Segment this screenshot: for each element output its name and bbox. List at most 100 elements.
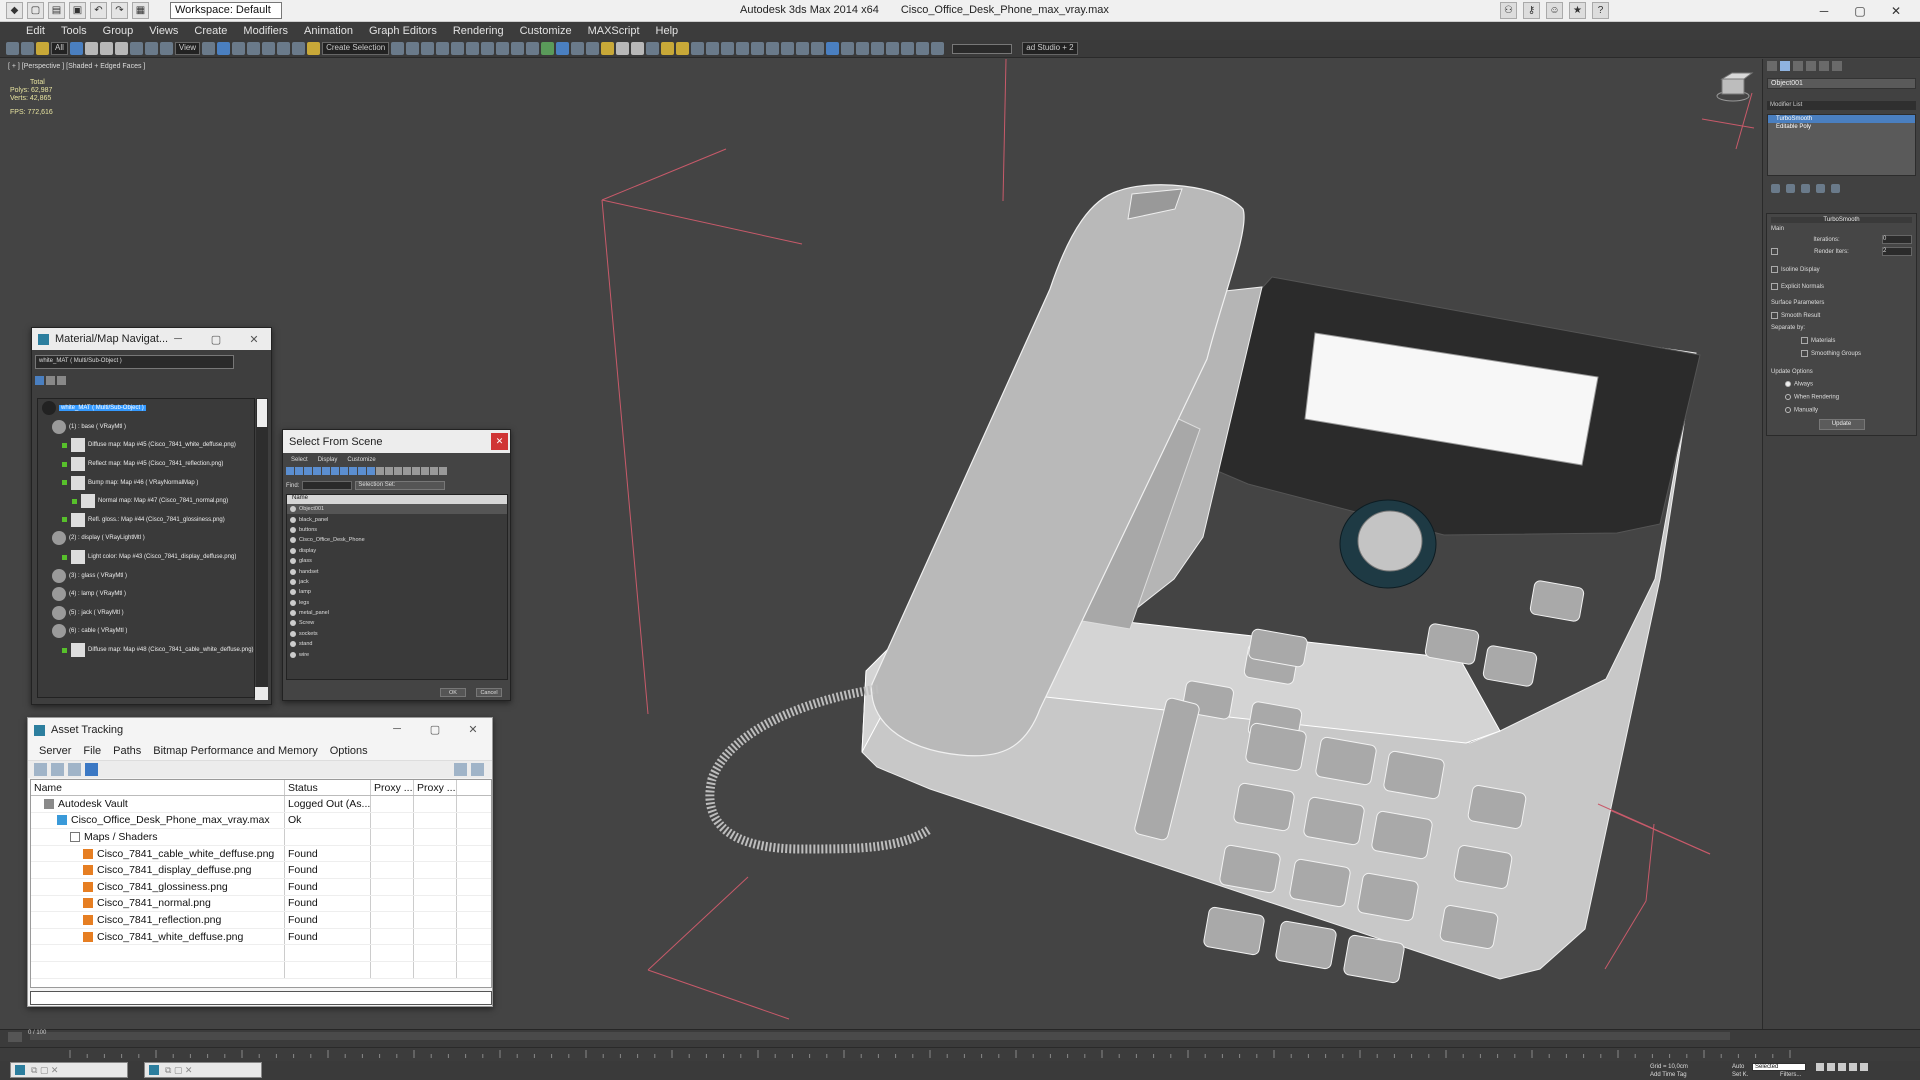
hierarchy-tab-icon[interactable]: [1793, 61, 1803, 71]
maximize-icon[interactable]: ▢: [416, 718, 454, 740]
tool-icon-8[interactable]: [796, 42, 810, 55]
menu-bitmap-performance[interactable]: Bitmap Performance and Memory: [147, 745, 323, 757]
scene-object-row[interactable]: sockets: [287, 629, 507, 639]
link-icon[interactable]: [6, 42, 19, 55]
selection-set-dropdown[interactable]: Selection Set:: [355, 481, 446, 490]
material-map-item[interactable]: Normal map: Map #47 (Cisco_7841_normal.p…: [38, 492, 254, 511]
remove-modifier-icon[interactable]: [1816, 184, 1825, 193]
select-manipulate-icon[interactable]: [217, 42, 231, 55]
auto-key-button[interactable]: Auto: [1732, 1064, 1744, 1070]
curve-editor-icon[interactable]: [451, 42, 465, 55]
update-button[interactable]: Update: [1818, 419, 1865, 431]
stack-item-turbosmooth[interactable]: TurboSmooth: [1768, 115, 1915, 123]
minimize-icon[interactable]: ─: [159, 328, 197, 350]
move-icon[interactable]: [129, 42, 143, 55]
tool-icon-17[interactable]: [931, 42, 945, 55]
modify-tab-icon[interactable]: [1780, 61, 1790, 71]
menu-display[interactable]: Display: [318, 457, 338, 463]
tool-icon-12[interactable]: [856, 42, 870, 55]
time-slider[interactable]: 0 / 100: [0, 1029, 1920, 1047]
menu-animation[interactable]: Animation: [296, 25, 361, 37]
render-production-icon[interactable]: [526, 42, 540, 55]
smoothing-groups-checkbox[interactable]: [1801, 350, 1808, 358]
keyboard-shortcut-icon[interactable]: [232, 42, 246, 55]
column-name[interactable]: Name: [31, 780, 285, 795]
set-key-button[interactable]: Set K.: [1732, 1072, 1748, 1078]
tool-icon-5[interactable]: [751, 42, 765, 55]
binoculars-icon[interactable]: ⚇: [1500, 2, 1517, 19]
asset-row[interactable]: Autodesk Vault Logged Out (As...: [31, 796, 491, 813]
material-map-item[interactable]: Diffuse map: Map #48 (Cisco_7841_cable_w…: [38, 641, 254, 660]
named-selection-set-dropdown[interactable]: Create Selection: [322, 42, 390, 55]
minimize-icon[interactable]: ─: [1806, 0, 1842, 22]
align-icon[interactable]: [406, 42, 420, 55]
time-slider-track[interactable]: [30, 1032, 1730, 1040]
key-filter-dropdown[interactable]: Selected: [1752, 1063, 1806, 1071]
vray-icon-4[interactable]: [586, 42, 600, 55]
next-frame-icon[interactable]: [1849, 1063, 1857, 1071]
select-by-name-icon[interactable]: [84, 42, 98, 55]
menu-rendering[interactable]: Rendering: [445, 25, 512, 37]
asset-row[interactable]: Cisco_7841_cable_white_deffuse.png Found: [31, 845, 491, 863]
previous-frame-icon[interactable]: [1827, 1063, 1835, 1071]
new-file-icon[interactable]: ▢: [27, 2, 44, 19]
vray-icon-3[interactable]: [571, 42, 585, 55]
menu-select[interactable]: Select: [291, 457, 308, 463]
column-status[interactable]: Status: [285, 780, 371, 795]
matnav-resize-grip[interactable]: [255, 687, 268, 700]
scene-object-row[interactable]: display: [287, 546, 507, 556]
configure-sets-icon[interactable]: [1831, 184, 1840, 193]
motion-tab-icon[interactable]: [1806, 61, 1816, 71]
scene-object-row[interactable]: glass: [287, 556, 507, 566]
asset-row[interactable]: Maps / Shaders: [31, 829, 491, 846]
mirror-icon[interactable]: [391, 42, 405, 55]
menu-options[interactable]: Options: [324, 745, 374, 757]
key-icon[interactable]: ⚷: [1523, 2, 1540, 19]
find-input[interactable]: [302, 481, 353, 490]
scene-object-row[interactable]: legs: [287, 598, 507, 608]
scene-object-row[interactable]: wire: [287, 649, 507, 659]
key-filters-button[interactable]: Filters...: [1780, 1072, 1801, 1078]
column-proxy-status[interactable]: Proxy ...: [414, 780, 457, 795]
always-radio[interactable]: [1785, 381, 1791, 388]
display-influences-icon[interactable]: [430, 467, 438, 475]
sync-selection-icon[interactable]: [439, 467, 447, 475]
asset-row[interactable]: Cisco_Office_Desk_Phone_max_vray.max Ok: [31, 812, 491, 830]
track-bar[interactable]: [0, 1047, 1920, 1061]
snaps-toggle-icon[interactable]: [247, 42, 261, 55]
ok-button[interactable]: OK: [440, 688, 466, 697]
material-editor-icon[interactable]: [481, 42, 495, 55]
material-map-item[interactable]: Bump map: Map #46 ( VRayNormalMap ): [38, 473, 254, 492]
vray-sphere-icon[interactable]: [616, 42, 630, 55]
undo-icon[interactable]: ↶: [90, 2, 107, 19]
minimize-icon[interactable]: ─: [378, 718, 416, 740]
render-iters-spinner[interactable]: 2: [1882, 247, 1912, 256]
cancel-button[interactable]: Cancel: [476, 688, 502, 697]
explicit-normals-checkbox[interactable]: [1771, 283, 1778, 291]
mini-curve-editor-icon[interactable]: [8, 1032, 22, 1042]
schematic-view-icon[interactable]: [466, 42, 480, 55]
render-iters-checkbox[interactable]: [1771, 248, 1778, 255]
select-invert-icon[interactable]: [412, 467, 420, 475]
open-file-icon[interactable]: ▤: [48, 2, 65, 19]
materials-checkbox[interactable]: [1801, 337, 1808, 345]
reference-coordinate-dropdown[interactable]: View: [174, 42, 201, 55]
menu-customize[interactable]: Customize: [347, 457, 375, 463]
asset-row[interactable]: Cisco_7841_glossiness.png Found: [31, 878, 491, 896]
tool-icon-6[interactable]: [766, 42, 780, 55]
display-children-icon[interactable]: [421, 467, 429, 475]
favorite-star-icon[interactable]: ★: [1569, 2, 1586, 19]
close-icon[interactable]: ✕: [1878, 0, 1914, 22]
scene-object-row[interactable]: Object001: [287, 504, 507, 515]
tool-icon-14[interactable]: [886, 42, 900, 55]
minimized-window-1[interactable]: ⧉ ▢ ✕: [10, 1062, 128, 1078]
graphite-ribbon-icon[interactable]: [436, 42, 450, 55]
matnav-material-field[interactable]: white_MAT ( Multi/Sub-Object ): [35, 355, 234, 369]
matnav-scrollbar[interactable]: [256, 398, 268, 698]
scene-object-row[interactable]: black_panel: [287, 514, 507, 524]
redo-icon[interactable]: ↷: [111, 2, 128, 19]
save-file-icon[interactable]: ▣: [69, 2, 86, 19]
pin-stack-icon[interactable]: [1771, 184, 1780, 193]
tool-icon-9[interactable]: [811, 42, 825, 55]
asset-row[interactable]: Cisco_7841_white_deffuse.png Found: [31, 928, 491, 946]
